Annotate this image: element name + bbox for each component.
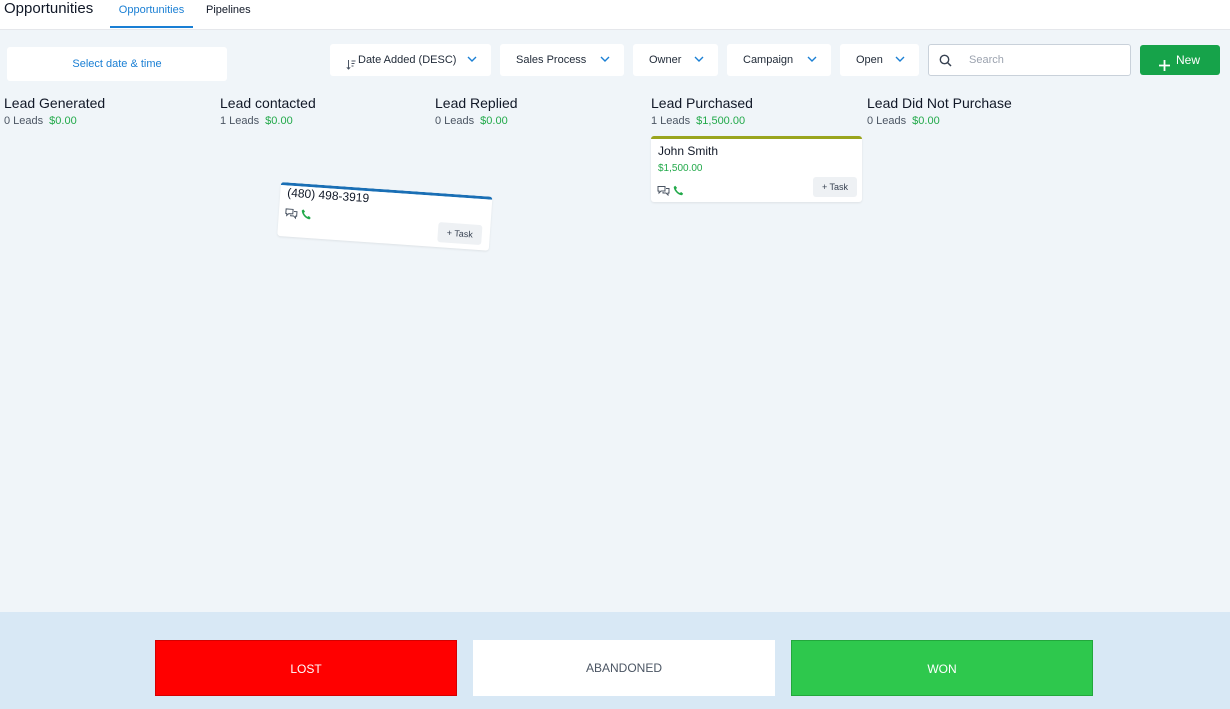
status-dropdown[interactable]: Open [840,44,919,76]
filter-label: Owner [649,54,682,66]
search-icon [939,54,952,72]
stage-meta: 0 Leads $0.00 [4,114,214,128]
filter-label: Sales Process [516,54,587,66]
add-task-button[interactable]: + Task [437,222,483,246]
stage-amount: $0.00 [912,115,940,127]
sales-process-dropdown[interactable]: Sales Process [500,44,624,76]
sort-label: Date Added (DESC) [358,54,457,66]
filter-label: Campaign [743,54,794,66]
stage-column-lead-did-not-purchase: Lead Did Not Purchase 0 Leads $0.00 [867,94,1077,128]
outcome-drop-bar: LOST ABANDONED WON [0,612,1230,709]
tab-opportunities[interactable]: Opportunities [110,3,193,28]
plus-icon [1158,53,1171,83]
add-task-button[interactable]: + Task [813,177,857,197]
filter-label: Open [856,54,883,66]
campaign-dropdown[interactable]: Campaign [727,44,831,76]
card-amount: $1,500.00 [658,163,703,174]
opportunity-card-dragging[interactable]: (480) 498-3919 + Task [277,182,493,251]
page-title: Opportunities [4,0,94,17]
tab-pipelines[interactable]: Pipelines [206,3,251,28]
opportunity-card[interactable]: John Smith $1,500.00 + Task [651,136,862,202]
stage-amount: $0.00 [49,115,77,127]
stage-count: 0 Leads [4,115,44,127]
stage-title: Lead Replied [435,95,518,111]
stage-count: 0 Leads [435,115,475,127]
chevron-down-icon [694,44,704,63]
chat-icon[interactable] [284,205,298,224]
stage-amount: $1,500.00 [696,115,746,127]
stage-title: Lead Did Not Purchase [867,95,1012,111]
lost-drop-zone[interactable]: LOST [155,640,457,696]
chevron-down-icon [807,44,817,63]
stage-amount: $0.00 [480,115,508,127]
stage-meta: 1 Leads $1,500.00 [651,114,861,128]
search-box[interactable] [928,44,1131,76]
stage-column-lead-generated: Lead Generated 0 Leads $0.00 [4,94,214,128]
abandoned-drop-zone[interactable]: ABANDONED [473,640,775,696]
stage-meta: 1 Leads $0.00 [220,114,430,128]
stage-column-lead-contacted: Lead contacted 1 Leads $0.00 [220,94,430,128]
stage-count: 1 Leads [220,115,260,127]
card-title: (480) 498-3919 [286,185,370,206]
card-icons [284,205,312,225]
date-time-picker[interactable]: Select date & time [7,47,227,81]
stage-meta: 0 Leads $0.00 [435,114,645,128]
won-drop-zone[interactable]: WON [791,640,1093,696]
sort-dropdown[interactable]: Date Added (DESC) [330,44,491,76]
stage-count: 1 Leads [651,115,691,127]
search-input[interactable] [969,51,1119,69]
stage-title: Lead Purchased [651,95,753,111]
stage-title: Lead Generated [4,95,106,111]
chevron-down-icon [467,44,477,63]
chevron-down-icon [600,44,610,63]
phone-icon[interactable] [673,183,684,201]
card-icons [657,183,684,201]
card-title: John Smith [658,144,719,158]
new-button-label: New [1176,53,1201,67]
chevron-down-icon [895,44,905,63]
new-opportunity-button[interactable]: New [1140,45,1220,75]
owner-dropdown[interactable]: Owner [633,44,718,76]
sort-icon [346,44,356,76]
chat-icon[interactable] [657,183,670,201]
stage-meta: 0 Leads $0.00 [867,114,1077,128]
stage-amount: $0.00 [265,115,293,127]
stage-column-lead-purchased: Lead Purchased 1 Leads $1,500.00 [651,94,861,128]
phone-icon[interactable] [300,206,312,225]
stage-column-lead-replied: Lead Replied 0 Leads $0.00 [435,94,645,128]
stage-title: Lead contacted [220,95,316,111]
top-bar: Opportunities Opportunities Pipelines [0,0,1230,30]
stage-count: 0 Leads [867,115,907,127]
